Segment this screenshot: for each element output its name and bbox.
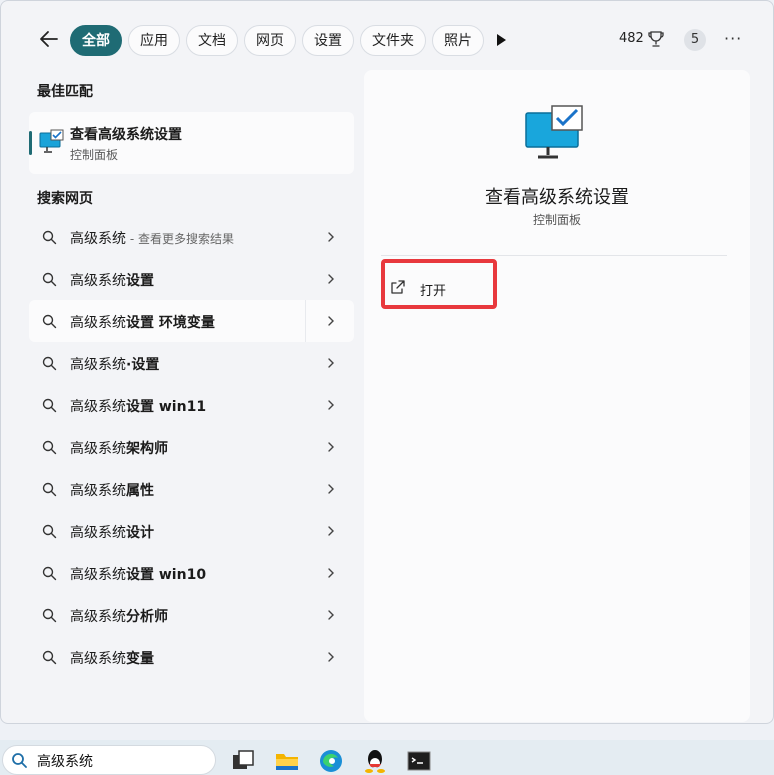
search-icon (12, 753, 27, 768)
web-result-item[interactable]: 高级系统设置 环境变量 (29, 300, 354, 342)
search-icon (42, 650, 57, 665)
chevron-right-icon[interactable] (326, 273, 336, 285)
back-arrow-icon[interactable] (37, 27, 61, 51)
filter-tabs: 全部 应用 文档 网页 设置 文件夹 照片 (70, 25, 484, 57)
task-view-icon[interactable] (230, 748, 256, 774)
tab-apps[interactable]: 应用 (128, 25, 180, 56)
play-icon[interactable] (494, 32, 508, 48)
chevron-right-icon[interactable] (326, 315, 336, 327)
preview-pane: 查看高级系统设置 控制面板 打开 (364, 70, 750, 722)
terminal-icon[interactable] (406, 748, 432, 774)
web-result-label: 高级系统设置 win10 (70, 567, 207, 583)
search-icon (42, 356, 57, 371)
taskbar (0, 740, 774, 775)
web-result-label: 高级系统·设置 (70, 357, 160, 373)
tab-settings[interactable]: 设置 (302, 25, 354, 56)
web-search-heading: 搜索网页 (37, 191, 93, 207)
web-result-item[interactable]: 高级系统属性 (29, 468, 354, 510)
taskbar-search-box[interactable] (2, 745, 216, 775)
chevron-right-icon[interactable] (326, 609, 336, 621)
monitor-check-icon (39, 129, 64, 153)
web-result-item[interactable]: 高级系统 - 查看更多搜索结果 (29, 216, 354, 258)
trophy-icon[interactable] (648, 30, 664, 48)
search-icon (42, 314, 57, 329)
web-result-item[interactable]: 高级系统·设置 (29, 342, 354, 384)
tab-documents[interactable]: 文档 (186, 25, 238, 56)
search-icon (42, 398, 57, 413)
rewards-points: 482 (619, 31, 644, 46)
web-result-item[interactable]: 高级系统变量 (29, 636, 354, 678)
search-icon (42, 524, 57, 539)
preview-title: 查看高级系统设置 (485, 187, 629, 208)
web-result-item[interactable]: 高级系统架构师 (29, 426, 354, 468)
web-result-label: 高级系统 - 查看更多搜索结果 (70, 231, 234, 247)
search-icon (42, 230, 57, 245)
open-button-label: 打开 (420, 284, 447, 299)
preview-subtitle: 控制面板 (532, 213, 581, 227)
search-icon (42, 482, 57, 497)
search-icon (42, 272, 57, 287)
web-results-list: 高级系统 - 查看更多搜索结果 高级系统设置 高级系统设置 环境变量 高级系统·设置高… (29, 216, 354, 678)
best-match-item[interactable]: 查看高级系统设置 控制面板 (29, 112, 354, 174)
edge-browser-icon[interactable] (318, 748, 344, 774)
tab-photos[interactable]: 照片 (432, 25, 484, 56)
monitor-check-icon (525, 105, 583, 159)
web-result-label: 高级系统设计 (70, 525, 154, 541)
web-result-label: 高级系统设置 (70, 273, 154, 289)
web-result-label: 高级系统分析师 (70, 609, 168, 625)
chevron-right-icon[interactable] (326, 399, 336, 411)
row-divider (305, 300, 306, 342)
web-result-label: 高级系统架构师 (70, 441, 168, 457)
best-match-subtitle: 控制面板 (70, 148, 119, 162)
web-result-item[interactable]: 高级系统设置 (29, 258, 354, 300)
search-icon (42, 608, 57, 623)
web-result-label: 高级系统属性 (70, 483, 154, 499)
tab-web[interactable]: 网页 (244, 25, 296, 56)
file-explorer-icon[interactable] (274, 748, 300, 774)
selection-accent (29, 131, 32, 155)
more-options-button[interactable]: ··· (724, 29, 742, 48)
best-match-heading: 最佳匹配 (37, 84, 93, 100)
qq-icon[interactable] (362, 748, 388, 774)
chevron-right-icon[interactable] (326, 525, 336, 537)
chevron-right-icon[interactable] (326, 483, 336, 495)
chevron-right-icon[interactable] (326, 651, 336, 663)
web-result-item[interactable]: 高级系统设置 win10 (29, 552, 354, 594)
external-link-icon (391, 280, 405, 294)
web-result-item[interactable]: 高级系统设计 (29, 510, 354, 552)
search-icon (42, 566, 57, 581)
chevron-right-icon[interactable] (326, 441, 336, 453)
best-match-title: 查看高级系统设置 (70, 127, 182, 143)
search-icon (42, 440, 57, 455)
user-avatar[interactable]: 5 (684, 29, 706, 51)
taskbar-search-input[interactable] (35, 750, 209, 772)
preview-divider (381, 255, 727, 256)
open-button[interactable]: 打开 (388, 274, 478, 302)
web-result-label: 高级系统设置 环境变量 (70, 315, 215, 331)
web-result-label: 高级系统变量 (70, 651, 154, 667)
tab-folders[interactable]: 文件夹 (360, 25, 426, 56)
web-result-label: 高级系统设置 win11 (70, 399, 207, 415)
chevron-right-icon[interactable] (326, 231, 336, 243)
chevron-right-icon[interactable] (326, 567, 336, 579)
web-result-item[interactable]: 高级系统分析师 (29, 594, 354, 636)
chevron-right-icon[interactable] (326, 357, 336, 369)
tab-all[interactable]: 全部 (70, 25, 122, 56)
web-result-item[interactable]: 高级系统设置 win11 (29, 384, 354, 426)
start-search-panel: 全部 应用 文档 网页 设置 文件夹 照片 482 5 ··· 最佳匹配 查看高… (0, 0, 774, 724)
